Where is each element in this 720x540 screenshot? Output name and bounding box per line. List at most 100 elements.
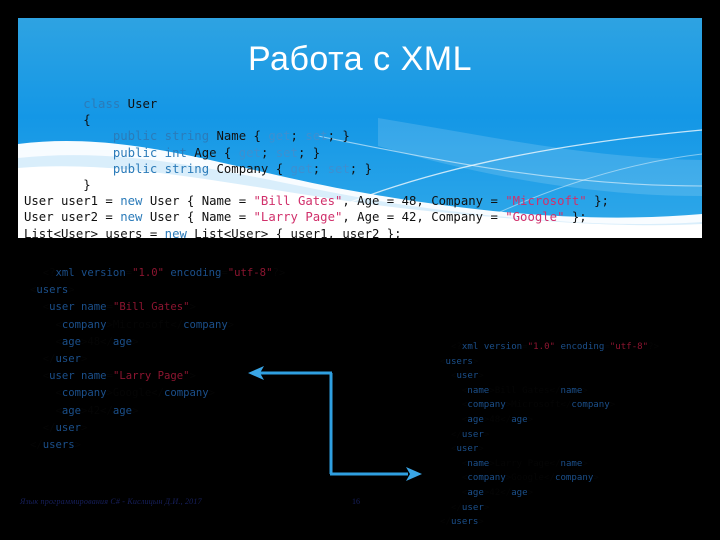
token: > xyxy=(527,414,534,425)
xml-left-line-1: <users> xyxy=(30,282,285,299)
token: < xyxy=(30,387,62,400)
xml-right-line-8: <name>Larry Page</name> xyxy=(440,457,659,472)
token: < xyxy=(30,301,50,314)
token: company xyxy=(183,318,228,331)
token: new xyxy=(120,210,143,225)
token: set xyxy=(327,161,350,176)
token: ; } xyxy=(327,129,350,144)
token: <? xyxy=(440,342,462,352)
xml-right-line-2: <user> xyxy=(440,369,659,384)
token: User { Name = xyxy=(142,194,254,209)
token: "utf-8" xyxy=(227,267,273,279)
token: > xyxy=(483,429,490,440)
token: class xyxy=(83,97,121,111)
code-line-1: { xyxy=(18,112,702,128)
token: public xyxy=(112,161,158,176)
code-line-0: class User xyxy=(18,96,702,112)
token: company xyxy=(467,473,506,484)
xml-left-line-10: </users> xyxy=(30,437,285,454)
token: User xyxy=(120,97,158,111)
xml-right-line-0: <?xml version="1.0" encoding="utf-8"?> xyxy=(440,340,659,355)
token: "utf-8" xyxy=(609,342,649,352)
token: User { Name = xyxy=(142,210,254,225)
token: ; xyxy=(290,129,306,144)
token: "Larry Page" xyxy=(112,370,190,383)
token: { xyxy=(24,113,91,128)
token: "Bill Gates" xyxy=(112,301,190,314)
token: < xyxy=(440,371,457,382)
xml-right-line-7: <user> xyxy=(440,442,659,457)
token: new xyxy=(120,194,143,209)
token: ; } xyxy=(297,145,321,160)
token: > xyxy=(478,371,484,382)
token: User user2 = xyxy=(24,210,121,225)
token: name xyxy=(81,370,107,383)
token: < xyxy=(440,400,468,411)
token: < xyxy=(30,318,62,331)
token: string xyxy=(164,161,210,176)
token: int xyxy=(164,145,187,160)
token: age xyxy=(112,335,133,348)
xml-left-line-5: </user> xyxy=(30,351,285,368)
token: > xyxy=(81,353,88,366)
token: >Microsoft</ xyxy=(106,318,184,331)
token: user xyxy=(49,301,75,314)
token: < xyxy=(30,370,50,383)
token: > xyxy=(582,385,588,396)
token: </ xyxy=(30,439,43,452)
token: List<User> users = xyxy=(24,226,165,238)
xml-right-line-12: </users> xyxy=(440,515,659,530)
page-number: 16 xyxy=(352,497,360,506)
token: > xyxy=(132,404,139,417)
token: List<User> { user1, user2 }; xyxy=(186,226,402,238)
xml-left-line-3: <company>Microsoft</company> xyxy=(30,317,285,334)
token: ; xyxy=(312,161,328,176)
xml-left-line-0: <?xml version="1.0" encoding="utf-8"?> xyxy=(30,265,285,282)
token: > xyxy=(227,318,235,331)
token: user xyxy=(49,370,75,383)
token: users xyxy=(445,356,473,367)
xml-left-line-4: <age>48</age> xyxy=(30,334,285,351)
code-line-2: public string Name { get; set; } xyxy=(18,128,702,144)
token: set xyxy=(305,129,328,144)
token: get xyxy=(290,161,313,176)
token: public xyxy=(112,129,158,144)
token: age xyxy=(61,335,82,348)
token: </ xyxy=(440,517,451,528)
footer-credit: Язык программирования C# - Кислицын Д.И.… xyxy=(20,497,202,506)
page-title: Работа с XML xyxy=(248,40,472,78)
token: > xyxy=(593,473,599,484)
footer: Язык программирования C# - Кислицын Д.И.… xyxy=(0,497,720,513)
xml-right-line-3: <name>Bill Gates</name> xyxy=(440,384,659,399)
token: >Google</ xyxy=(505,473,555,484)
token: < xyxy=(440,385,468,396)
token: user xyxy=(456,371,479,382)
token: > xyxy=(74,439,82,452)
token: version xyxy=(483,342,523,352)
token: > xyxy=(68,284,75,297)
token: string xyxy=(164,129,210,144)
token: </ xyxy=(30,421,56,434)
xml-right-line-6: </user> xyxy=(440,428,659,443)
token: </ xyxy=(440,429,462,440)
token: , Age = 42, Company = xyxy=(342,210,506,225)
token: users xyxy=(42,439,75,452)
token: < xyxy=(440,473,468,484)
token: "Microsoft" xyxy=(505,194,587,209)
xml-right-line-4: <company>Microsoft</company> xyxy=(440,398,659,413)
token: <? xyxy=(30,267,56,279)
code-line-8: List<User> users = new List<User> { user… xyxy=(18,226,702,238)
token: >Larry Page</ xyxy=(489,458,561,469)
token: set xyxy=(275,145,298,160)
token: >Bill Gates</ xyxy=(489,385,561,396)
token: users xyxy=(450,517,479,528)
token: > xyxy=(189,370,196,383)
token: "1.0" xyxy=(527,342,556,352)
token: }; xyxy=(564,210,587,225)
